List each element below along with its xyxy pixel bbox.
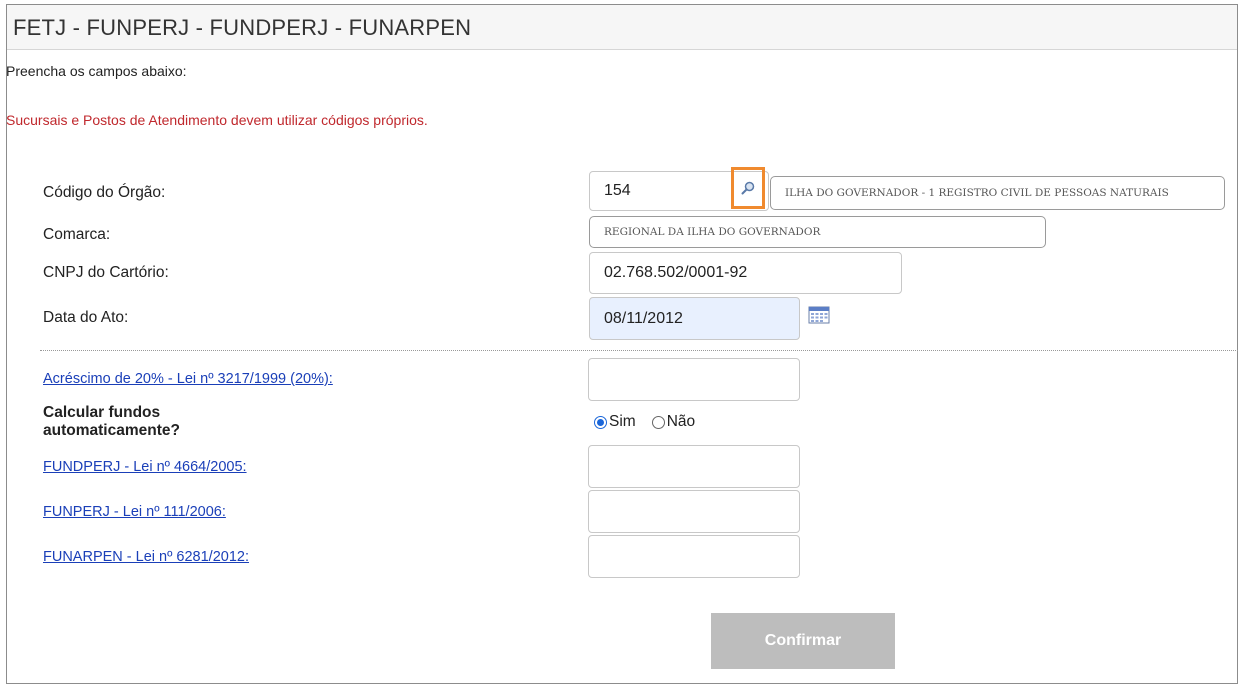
section-divider: [40, 350, 1238, 351]
fundperj-link[interactable]: FUNDPERJ - Lei nº 4664/2005:: [43, 459, 247, 475]
data-ato-input[interactable]: [589, 297, 800, 340]
acrescimo-link[interactable]: Acréscimo de 20% - Lei nº 3217/1999 (20%…: [43, 371, 333, 387]
warning-text: Sucursais e Postos de Atendimento devem …: [6, 112, 428, 128]
calcular-radio-group: Sim Não: [594, 413, 711, 431]
cnpj-input[interactable]: [589, 252, 902, 294]
comarca-label: Comarca:: [43, 226, 111, 243]
form-frame: FETJ - FUNPERJ - FUNDPERJ - FUNARPEN: [6, 4, 1238, 684]
funarpen-input[interactable]: [588, 535, 800, 578]
instructions-text: Preencha os campos abaixo:: [6, 63, 187, 79]
calendar-icon[interactable]: [808, 306, 830, 324]
funarpen-link[interactable]: FUNARPEN - Lei nº 6281/2012:: [43, 549, 249, 565]
codigo-orgao-label: Código do Órgão:: [43, 184, 166, 201]
radio-nao[interactable]: [651, 415, 665, 429]
funperj-input[interactable]: [588, 490, 800, 533]
funperj-link[interactable]: FUNPERJ - Lei nº 111/2006:: [43, 504, 226, 520]
cnpj-label: CNPJ do Cartório:: [43, 264, 169, 281]
comarca-field: REGIONAL DA ILHA DO GOVERNADOR: [589, 216, 1046, 248]
radio-nao-label: Não: [666, 413, 696, 430]
magnifier-icon: [741, 181, 755, 195]
calcular-fundos-label-line1: Calcular fundos: [43, 404, 161, 421]
radio-sim[interactable]: [594, 415, 607, 429]
orgao-description-field: ILHA DO GOVERNADOR - 1 REGISTRO CIVIL DE…: [770, 176, 1225, 210]
acrescimo-input[interactable]: [588, 358, 800, 401]
data-ato-label: Data do Ato:: [43, 309, 129, 326]
page-title: FETJ - FUNPERJ - FUNDPERJ - FUNARPEN: [13, 15, 472, 40]
confirm-button[interactable]: Confirmar: [711, 613, 895, 669]
radio-sim-label: Sim: [609, 413, 636, 430]
calcular-fundos-label-line2: automaticamente?: [43, 422, 180, 439]
fundperj-input[interactable]: [588, 445, 800, 488]
page-header: FETJ - FUNPERJ - FUNDPERJ - FUNARPEN: [7, 5, 1237, 50]
calcular-fundos-label: Calcular fundos automaticamente?: [43, 404, 180, 440]
